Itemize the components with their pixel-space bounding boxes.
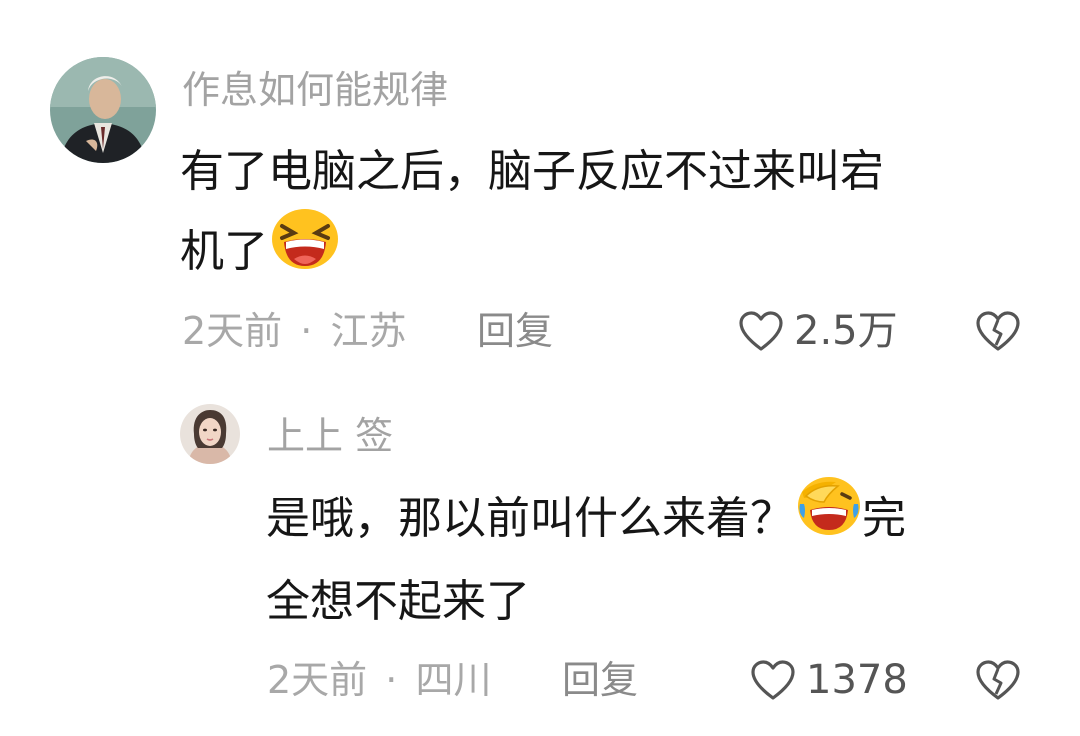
comment-text-line-2: 机了 bbox=[180, 226, 268, 277]
like-count: 2.5万 bbox=[794, 308, 898, 354]
meta-separator: · bbox=[300, 309, 313, 353]
avatar-image bbox=[50, 57, 156, 163]
dislike-button[interactable] bbox=[975, 659, 1021, 705]
meta-separator: · bbox=[385, 658, 398, 702]
avatar[interactable] bbox=[50, 57, 156, 163]
reply-location: 四川 bbox=[415, 658, 492, 702]
comment-text-line: 机了 bbox=[180, 209, 1040, 298]
reply-text-line-1: 是哦，那以前叫什么来着？ bbox=[266, 493, 794, 544]
comment-meta: 2天前 · 江苏 bbox=[182, 312, 406, 350]
reply-text-tail: 完 bbox=[862, 493, 906, 544]
avatar[interactable] bbox=[180, 404, 240, 464]
reply-text: 是哦，那以前叫什么来着？ 完 全想不起来了 bbox=[266, 477, 1046, 640]
reply-text-line: 全想不起来了 bbox=[266, 576, 530, 627]
broken-heart-icon bbox=[976, 311, 1020, 351]
like-button[interactable]: 2.5万 bbox=[738, 310, 898, 352]
reply-username[interactable]: 上上 签 bbox=[267, 417, 393, 455]
comment-time: 2天前 bbox=[182, 309, 283, 353]
heart-icon bbox=[751, 660, 795, 700]
avatar-image bbox=[180, 404, 240, 464]
comment-location: 江苏 bbox=[330, 309, 407, 353]
face-palm-laughing-emoji-icon bbox=[796, 474, 862, 560]
reply-button[interactable]: 回复 bbox=[562, 661, 638, 699]
reply-meta: 2天前 · 四川 bbox=[267, 661, 491, 699]
dislike-button[interactable] bbox=[975, 310, 1021, 356]
reply-text-line: 是哦，那以前叫什么来着？ 完 bbox=[266, 477, 1046, 564]
reply-time: 2天前 bbox=[267, 658, 368, 702]
heart-icon bbox=[739, 311, 783, 351]
broken-heart-icon bbox=[976, 660, 1020, 700]
comment-text-line: 有了电脑之后，脑子反应不过来叫宕 bbox=[180, 146, 884, 197]
like-button[interactable]: 1378 bbox=[750, 659, 908, 701]
reply-button[interactable]: 回复 bbox=[477, 312, 553, 350]
like-count: 1378 bbox=[806, 657, 908, 703]
laughing-emoji-icon bbox=[270, 206, 340, 294]
comment-username[interactable]: 作息如何能规律 bbox=[182, 71, 448, 109]
comment-text: 有了电脑之后，脑子反应不过来叫宕 机了 bbox=[180, 134, 1040, 298]
